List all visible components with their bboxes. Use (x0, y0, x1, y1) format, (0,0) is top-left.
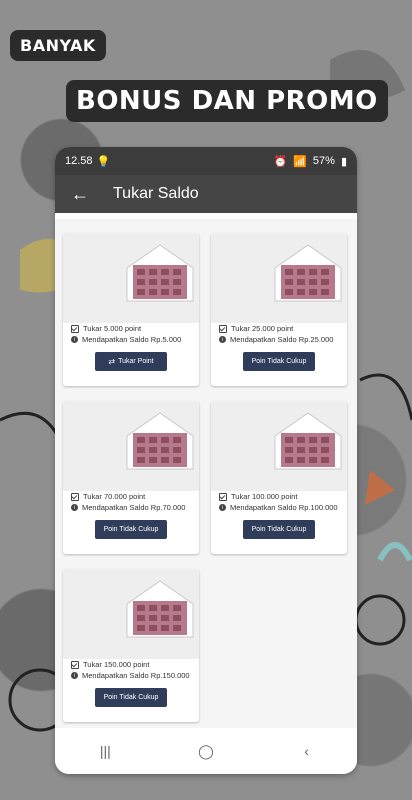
point-label: Tukar 100.000 point (231, 492, 298, 501)
reward-image (211, 401, 347, 491)
app-bar: ← Tukar Saldo (55, 175, 357, 213)
check-icon (71, 324, 79, 333)
saldo-row: i Mendapatkan Saldo Rp.70.000 (63, 502, 199, 513)
money-house-icon (126, 580, 194, 638)
point-label: Tukar 25.000 point (231, 324, 294, 333)
alarm-icon: ⏰ (273, 155, 288, 168)
point-row: Tukar 70.000 point (63, 491, 199, 502)
point-row: Tukar 100.000 point (211, 491, 347, 502)
button-label: Poin Tidak Cukup (251, 358, 307, 365)
page-title: Tukar Saldo (113, 185, 199, 202)
check-icon (219, 324, 227, 333)
phone-frame: 12.58 💡 ⏰ 📶 57% ▮ ← Tukar Saldo Tukar 5.… (55, 147, 357, 774)
reward-image (211, 233, 347, 323)
saldo-label: Mendapatkan Saldo Rp.25.000 (230, 335, 334, 344)
money-house-icon (126, 244, 194, 302)
money-house-icon (126, 412, 194, 470)
saldo-label: Mendapatkan Saldo Rp.150.000 (82, 671, 190, 680)
saldo-label: Mendapatkan Saldo Rp.100.000 (230, 503, 338, 512)
button-label: Tukar Point (118, 358, 154, 365)
content-area: Tukar 5.000 point i Mendapatkan Saldo Rp… (55, 219, 357, 728)
reward-card[interactable]: Tukar 5.000 point i Mendapatkan Saldo Rp… (63, 233, 199, 386)
saldo-label: Mendapatkan Saldo Rp.5.000 (82, 335, 182, 344)
point-label: Tukar 70.000 point (83, 492, 146, 501)
info-icon: i (71, 504, 78, 511)
reward-image (63, 401, 199, 491)
status-bar: 12.58 💡 ⏰ 📶 57% ▮ (55, 147, 357, 175)
point-row: Tukar 5.000 point (63, 323, 199, 334)
bulb-icon: 💡 (96, 155, 111, 168)
info-icon: i (219, 504, 226, 511)
promo-big-label: BONUS DAN PROMO (66, 80, 388, 122)
home-icon[interactable]: ◯ (196, 741, 216, 761)
button-label: Poin Tidak Cukup (251, 526, 307, 533)
reward-card[interactable]: Tukar 100.000 point i Mendapatkan Saldo … (211, 401, 347, 554)
back-icon[interactable]: ‹ (297, 741, 317, 761)
tukar-point-button[interactable]: ⇄ Tukar Point (95, 352, 167, 371)
poin-tidak-cukup-button[interactable]: Poin Tidak Cukup (243, 520, 315, 539)
poin-tidak-cukup-button[interactable]: Poin Tidak Cukup (95, 520, 167, 539)
saldo-row: i Mendapatkan Saldo Rp.100.000 (211, 502, 347, 513)
check-icon (71, 492, 79, 501)
saldo-row: i Mendapatkan Saldo Rp.150.000 (63, 670, 199, 681)
swap-icon: ⇄ (108, 357, 116, 366)
wifi-icon: 📶 (293, 155, 307, 168)
point-label: Tukar 5.000 point (83, 324, 142, 333)
saldo-row: i Mendapatkan Saldo Rp.5.000 (63, 334, 199, 345)
promo-small-label: BANYAK (10, 30, 106, 61)
recent-apps-icon[interactable]: ||| (95, 741, 115, 761)
info-icon: i (71, 336, 78, 343)
check-icon (71, 660, 79, 669)
reward-image (63, 233, 199, 323)
reward-card[interactable]: Tukar 70.000 point i Mendapatkan Saldo R… (63, 401, 199, 554)
status-time: 12.58 (65, 155, 93, 167)
money-house-icon (274, 412, 342, 470)
check-icon (219, 492, 227, 501)
reward-image (63, 569, 199, 659)
system-nav-bar: ||| ◯ ‹ (55, 728, 357, 774)
point-row: Tukar 25.000 point (211, 323, 347, 334)
info-icon: i (71, 672, 78, 679)
poin-tidak-cukup-button[interactable]: Poin Tidak Cukup (95, 688, 167, 707)
back-arrow-icon[interactable]: ← (69, 183, 91, 205)
button-label: Poin Tidak Cukup (103, 694, 159, 701)
reward-card[interactable]: Tukar 25.000 point i Mendapatkan Saldo R… (211, 233, 347, 386)
point-row: Tukar 150.000 point (63, 659, 199, 670)
saldo-row: i Mendapatkan Saldo Rp.25.000 (211, 334, 347, 345)
poin-tidak-cukup-button[interactable]: Poin Tidak Cukup (243, 352, 315, 371)
money-house-icon (274, 244, 342, 302)
battery-percent: 57% (312, 155, 335, 167)
info-icon: i (219, 336, 226, 343)
point-label: Tukar 150.000 point (83, 660, 150, 669)
button-label: Poin Tidak Cukup (103, 526, 159, 533)
reward-card[interactable]: Tukar 150.000 point i Mendapatkan Saldo … (63, 569, 199, 722)
saldo-label: Mendapatkan Saldo Rp.70.000 (82, 503, 186, 512)
battery-icon: ▮ (340, 155, 347, 168)
